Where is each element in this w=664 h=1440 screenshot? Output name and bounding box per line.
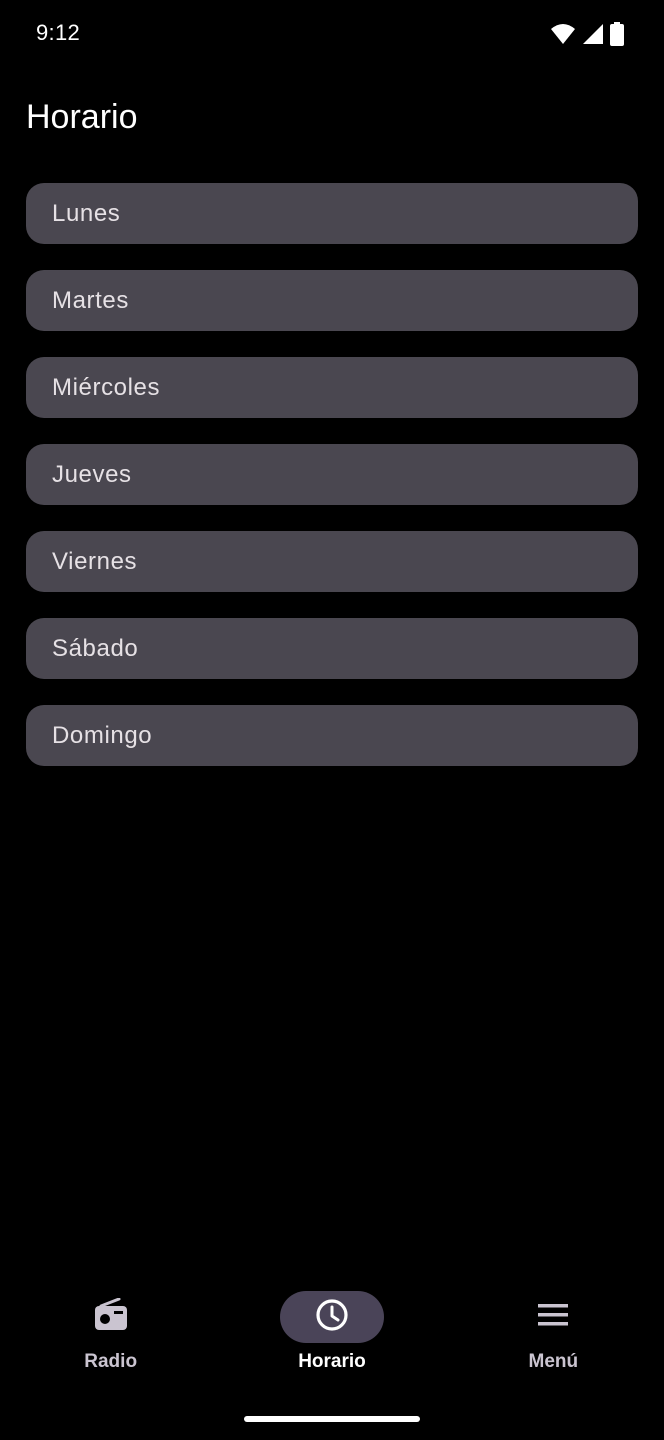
nav-label: Menú: [528, 1351, 579, 1372]
home-indicator[interactable]: [244, 1416, 420, 1422]
nav-icon-container: [59, 1291, 163, 1343]
day-item-label: Lunes: [52, 199, 121, 227]
day-item-viernes[interactable]: Viernes: [26, 531, 638, 592]
nav-label: Radio: [84, 1351, 138, 1372]
menu-icon: [537, 1303, 569, 1332]
nav-item-horario[interactable]: Horario: [221, 1282, 442, 1392]
nav-label: Horario: [298, 1351, 366, 1372]
nav-icon-container: [501, 1291, 605, 1343]
radio-icon: [93, 1297, 129, 1337]
day-item-jueves[interactable]: Jueves: [26, 444, 638, 505]
day-item-label: Domingo: [52, 721, 153, 749]
nav-item-radio[interactable]: Radio: [0, 1282, 221, 1392]
signal-icon: [582, 23, 604, 45]
bottom-navigation: Radio Horario Menú: [0, 1282, 664, 1392]
day-item-miercoles[interactable]: Miércoles: [26, 357, 638, 418]
app-screen: 9:12 Horario Lunes Martes Miércoles Juev…: [0, 0, 664, 1440]
day-item-label: Miércoles: [52, 373, 161, 401]
day-item-martes[interactable]: Martes: [26, 270, 638, 331]
status-bar: 9:12: [0, 0, 664, 68]
day-list: Lunes Martes Miércoles Jueves Viernes Sá…: [26, 183, 638, 792]
day-item-label: Jueves: [52, 460, 132, 488]
status-time: 9:12: [36, 20, 81, 45]
day-item-label: Viernes: [52, 547, 138, 575]
day-item-domingo[interactable]: Domingo: [26, 705, 638, 766]
nav-active-indicator: [279, 1291, 384, 1343]
page-title: Horario: [26, 98, 138, 136]
day-item-label: Sábado: [52, 634, 139, 662]
clock-icon: [315, 1298, 349, 1337]
day-item-sabado[interactable]: Sábado: [26, 618, 638, 679]
status-icons: [550, 22, 624, 46]
day-item-label: Martes: [52, 286, 129, 314]
day-item-lunes[interactable]: Lunes: [26, 183, 638, 244]
battery-icon: [610, 22, 624, 46]
wifi-icon: [550, 23, 576, 45]
nav-item-menu[interactable]: Menú: [443, 1282, 664, 1392]
